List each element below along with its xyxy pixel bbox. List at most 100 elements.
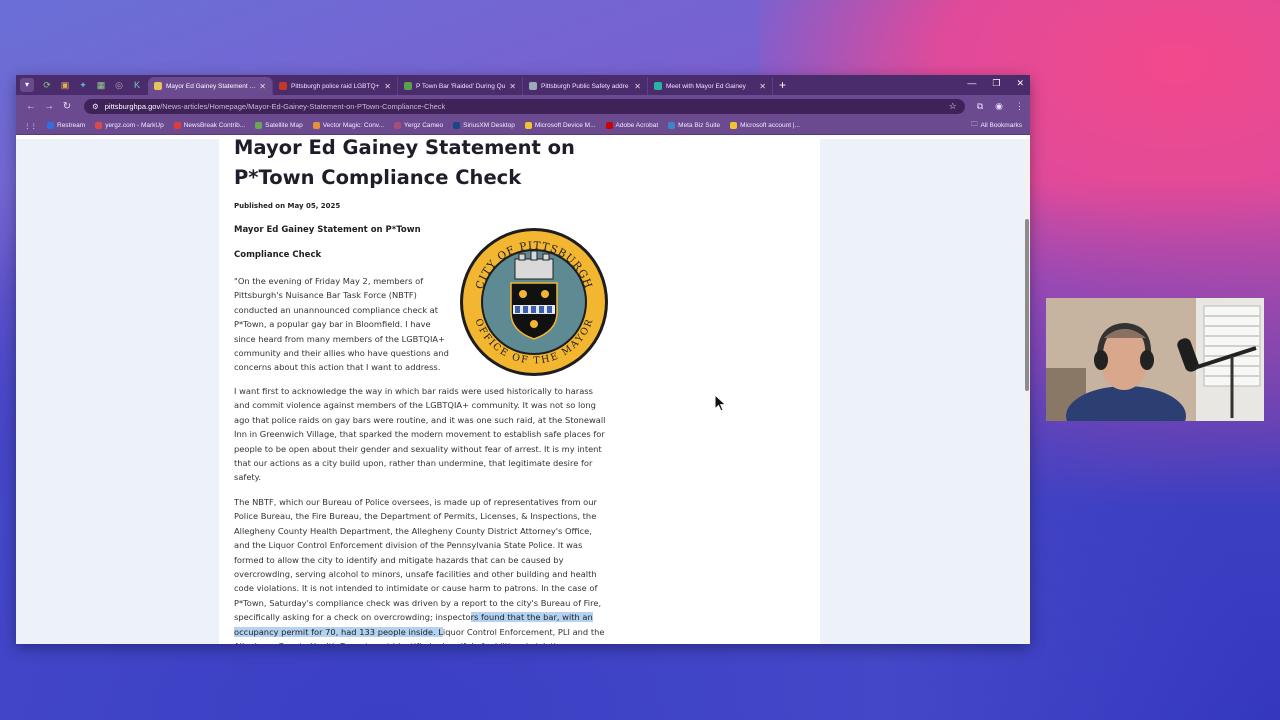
menu-icon[interactable]: ⋮: [1015, 101, 1024, 112]
scrollbar[interactable]: [1024, 139, 1030, 644]
subheading-1: Mayor Ed Gainey Statement on P*Town: [234, 225, 421, 235]
bookmark-favicon-icon: [312, 122, 320, 129]
tab-close-icon[interactable]: ✕: [759, 82, 766, 91]
pinned-tabs: ⟳ ▣ ✦ ▦ ◎ K: [40, 78, 144, 92]
bookmark-star-icon[interactable]: ☆: [949, 101, 957, 112]
paragraph-1: "On the evening of Friday May 2, members…: [234, 276, 449, 373]
url-host: pittsburghpa.gov: [104, 101, 161, 111]
bookmark-favicon-icon: [47, 122, 54, 129]
tab-favicon-icon: [154, 82, 162, 90]
bookmark-label: Vector Magic: Conv...: [322, 122, 384, 129]
tab-favicon-icon: [654, 82, 662, 90]
browser-tab[interactable]: Pittsburgh Public Safety addre ✕: [523, 77, 648, 95]
pinned-tab-icon[interactable]: ▣: [58, 78, 72, 92]
pinned-tab-icon[interactable]: ◎: [112, 78, 126, 92]
reload-icon[interactable]: ↻: [58, 101, 76, 112]
bookmark-item[interactable]: Vector Magic: Conv...: [312, 122, 384, 129]
bookmark-favicon-icon: [173, 122, 181, 129]
bookmark-item[interactable]: Satellite Map: [255, 122, 303, 129]
bookmark-favicon-icon: [605, 122, 613, 129]
bookmark-favicon-icon: [668, 122, 676, 129]
browser-tab[interactable]: Mayor Ed Gainey Statement on ✕: [148, 77, 273, 95]
tab-favicon-icon: [404, 82, 412, 90]
bookmark-label: Restream: [57, 122, 86, 129]
pinned-tab-icon[interactable]: ▦: [94, 78, 108, 92]
close-icon[interactable]: ✕: [1016, 78, 1024, 89]
bookmark-label: SiriusXM Desktop: [463, 122, 515, 129]
tab-bar: ▾ ⟳ ▣ ✦ ▦ ◎ K Mayor Ed Gainey Statement …: [16, 75, 1030, 95]
page-title: Mayor Ed Gainey Statement on P*Town Comp…: [234, 139, 575, 189]
tab-title: P Town Bar 'Raided' During Qu: [416, 82, 506, 90]
maximize-icon[interactable]: ❐: [992, 78, 1000, 89]
bookmark-item[interactable]: SiriusXM Desktop: [453, 122, 515, 129]
bookmark-item[interactable]: Restream: [47, 122, 85, 129]
subheading-2: Compliance Check: [234, 250, 322, 260]
pinned-tab-icon[interactable]: ✦: [76, 78, 90, 92]
bookmark-favicon-icon: [524, 122, 532, 129]
bookmark-favicon-icon: [453, 122, 461, 129]
apps-icon[interactable]: ⋮⋮: [24, 122, 37, 130]
address-bar-row: ← → ↻ ⚙ pittsburghpa.gov /News-articles/…: [16, 95, 1030, 117]
forward-icon[interactable]: →: [40, 101, 58, 112]
mouse-cursor-icon: [714, 394, 727, 412]
browser-tab[interactable]: Pittsburgh police raid LGBTQ+ ✕: [273, 77, 398, 95]
bookmark-item[interactable]: Adobe Acrobat: [605, 122, 659, 129]
bookmarks-bar: ⋮⋮ Restream yergz.com - MarkUp NewsBreak C…: [16, 117, 1030, 135]
profile-avatar[interactable]: ◉: [995, 101, 1003, 112]
tab-title: Meet with Mayor Ed Gainey: [666, 82, 746, 90]
pinned-tab-icon[interactable]: K: [130, 78, 144, 92]
folder-icon: 🗀: [970, 121, 978, 128]
url-input[interactable]: ⚙ pittsburghpa.gov /News-articles/Homepa…: [84, 98, 965, 114]
browser-window: ▾ ⟳ ▣ ✦ ▦ ◎ K Mayor Ed Gainey Statement …: [16, 75, 1030, 644]
tab-title: Mayor Ed Gainey Statement on: [166, 82, 257, 90]
bookmark-item[interactable]: Microsoft account |...: [730, 122, 800, 129]
bookmark-favicon-icon: [255, 122, 263, 129]
all-bookmarks-folder[interactable]: 🗀 All Bookmarks: [971, 120, 1022, 131]
mayor-seal-logo: CITY OF PITTSBURGH OFFICE OF THE MAYOR: [460, 228, 608, 376]
bookmark-label: Satellite Map: [265, 122, 303, 129]
webcam-image: [1046, 298, 1264, 421]
site-info-icon[interactable]: ⚙: [92, 102, 99, 111]
scrollbar-thumb[interactable]: [1025, 219, 1029, 391]
tab-favicon-icon: [279, 82, 287, 90]
bookmark-label: Adobe Acrobat: [615, 122, 659, 129]
new-tab-button[interactable]: +: [779, 78, 786, 92]
window-controls: — ❐ ✕: [967, 78, 1024, 89]
all-bookmarks-label: All Bookmarks: [980, 122, 1022, 129]
tab-title: Pittsburgh police raid LGBTQ+: [291, 82, 380, 90]
bookmark-label: Microsoft Device M...: [534, 122, 596, 129]
url-path: /News-articles/Homepage/Mayor-Ed-Gainey-…: [160, 101, 446, 111]
bookmark-item[interactable]: NewsBreak Contrib...: [173, 122, 246, 129]
pinned-tab-icon[interactable]: ⟳: [40, 78, 54, 92]
tab-close-icon[interactable]: ✕: [259, 82, 266, 91]
bookmark-label: Meta Biz Suite: [678, 122, 721, 129]
paragraph-2: I want first to acknowledge the way in w…: [234, 386, 606, 483]
bookmark-label: NewsBreak Contrib...: [183, 122, 246, 129]
paragraph-3-text-a: The NBTF, which our Bureau of Police ove…: [234, 497, 602, 623]
tab-close-icon[interactable]: ✕: [384, 82, 391, 91]
extensions-icon[interactable]: ⧉: [977, 101, 983, 112]
article: Mayor Ed Gainey Statement on P*Town Comp…: [219, 139, 820, 644]
bookmark-label: yergz.com - MarkUp: [105, 122, 164, 129]
tab-close-icon[interactable]: ✕: [509, 82, 516, 91]
browser-tab[interactable]: P Town Bar 'Raided' During Qu ✕: [398, 77, 523, 95]
bookmark-label: Microsoft account |...: [740, 122, 800, 129]
bookmark-favicon-icon: [394, 122, 401, 129]
minimize-icon[interactable]: —: [967, 78, 976, 89]
webcam-overlay: [1046, 298, 1264, 421]
bookmark-label: Yergz Cameo: [404, 122, 444, 129]
back-icon[interactable]: ←: [22, 101, 40, 112]
tab-favicon-icon: [529, 82, 537, 90]
tab-search-button[interactable]: ▾: [20, 78, 34, 92]
paragraph-3: The NBTF, which our Bureau of Police ove…: [234, 495, 606, 644]
page-content: Mayor Ed Gainey Statement on P*Town Comp…: [16, 139, 1024, 644]
bookmark-item[interactable]: yergz.com - MarkUp: [95, 122, 164, 129]
bookmark-favicon-icon: [730, 122, 738, 129]
bookmark-item[interactable]: Microsoft Device M...: [524, 122, 596, 129]
tab-close-icon[interactable]: ✕: [634, 82, 641, 91]
published-date: Published on May 05, 2025: [234, 202, 341, 210]
browser-tab[interactable]: Meet with Mayor Ed Gainey ✕: [648, 77, 773, 95]
bookmark-item[interactable]: Yergz Cameo: [394, 122, 443, 129]
tab-title: Pittsburgh Public Safety addre: [541, 82, 629, 90]
bookmark-item[interactable]: Meta Biz Suite: [668, 122, 720, 129]
